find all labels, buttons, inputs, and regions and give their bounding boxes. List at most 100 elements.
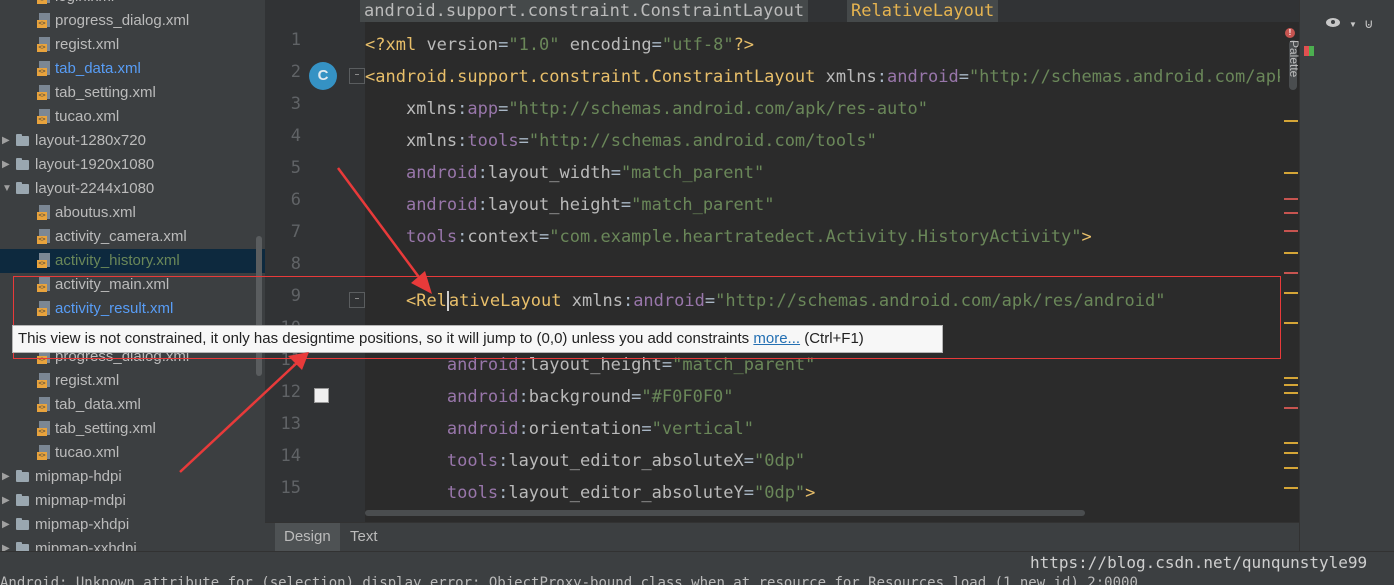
error-stripe-mark[interactable]: [1284, 467, 1298, 469]
tree-file-item[interactable]: <> progress_dialog.xml: [0, 9, 265, 33]
error-stripe-mark[interactable]: [1284, 322, 1298, 324]
code-token: :: [876, 67, 888, 87]
code-token: =: [631, 387, 642, 407]
error-stripe-mark[interactable]: [1284, 407, 1298, 409]
code-token: tools: [446, 483, 499, 503]
error-stripe-mark[interactable]: [1284, 452, 1298, 454]
tree-file-item[interactable]: <> activity_camera.xml: [0, 225, 265, 249]
code-line[interactable]: <?xml version="1.0" encoding="utf-8"?>: [365, 29, 754, 61]
expand-arrow-right-icon[interactable]: ▶: [2, 513, 12, 537]
code-token: :: [498, 483, 509, 503]
code-token: xmlns: [825, 67, 877, 87]
editor-horizontal-scrollbar[interactable]: [365, 510, 1085, 516]
expand-arrow-right-icon[interactable]: ▶: [2, 129, 12, 153]
error-stripe-mark[interactable]: [1284, 392, 1298, 394]
code-line[interactable]: android:layout_width="match_parent": [365, 157, 764, 189]
tree-folder-item[interactable]: ▶ mipmap-mdpi: [0, 489, 265, 513]
code-token: :: [457, 227, 468, 247]
tree-file-item[interactable]: <> aboutus.xml: [0, 201, 265, 225]
tree-file-item[interactable]: <> activity_history.xml: [0, 249, 265, 273]
error-stripe-mark[interactable]: [1284, 198, 1298, 200]
magnet-icon[interactable]: ⊍: [1364, 16, 1374, 32]
chevron-down-icon[interactable]: ▼: [1349, 20, 1357, 29]
tree-file-item[interactable]: <> login.xml: [0, 0, 265, 9]
xml-file-icon: <>: [37, 61, 51, 77]
tree-file-item[interactable]: <> regist.xml: [0, 369, 265, 393]
xml-file-icon: <>: [37, 0, 51, 5]
tree-file-item[interactable]: <> tab_setting.xml: [0, 417, 265, 441]
tree-folder-item[interactable]: ▶ mipmap-xhdpi: [0, 513, 265, 537]
expand-arrow-right-icon[interactable]: ▶: [2, 537, 12, 551]
breadcrumb-constraint-layout[interactable]: android.support.constraint.ConstraintLay…: [360, 0, 809, 22]
code-editor[interactable]: <?xml version="1.0" encoding="utf-8"?> <a…: [365, 22, 1299, 512]
error-stripe-mark[interactable]: [1284, 292, 1298, 294]
code-line[interactable]: android:background="#F0F0F0": [365, 381, 734, 413]
error-stripe-mark[interactable]: [1284, 384, 1298, 386]
error-stripe-mark[interactable]: [1284, 120, 1298, 122]
expand-arrow-right-icon[interactable]: ▶: [2, 489, 12, 513]
code-line[interactable]: tools:context="com.example.heartratedect…: [365, 221, 1092, 253]
tree-folder-item[interactable]: ▶ mipmap-hdpi: [0, 465, 265, 489]
breadcrumb-relative-layout[interactable]: RelativeLayout: [847, 0, 999, 22]
code-token: tools: [405, 227, 458, 247]
error-stripe-mark[interactable]: [1284, 230, 1298, 232]
code-token: :: [498, 451, 509, 471]
color-swatch-icon[interactable]: [314, 388, 329, 403]
tooltip-more-link[interactable]: more...: [753, 330, 800, 347]
code-line[interactable]: <android.support.constraint.ConstraintLa…: [365, 61, 1299, 93]
tree-folder-item[interactable]: ▶ layout-1920x1080: [0, 153, 265, 177]
code-token: background: [528, 387, 632, 407]
code-token: =: [610, 163, 621, 183]
error-stripe-mark[interactable]: [1284, 377, 1298, 379]
watermark: https://blog.csdn.net/qunqunstyle99: [1030, 553, 1368, 572]
line-number: 7: [290, 222, 301, 242]
code-token: :: [457, 99, 468, 119]
tree-item-label: layout-2244x1080: [35, 180, 155, 197]
tab-design[interactable]: Design: [275, 523, 340, 552]
error-indicator-icon[interactable]: !: [1285, 28, 1295, 38]
expand-arrow-right-icon[interactable]: ▶: [2, 465, 12, 489]
tree-file-item[interactable]: <> tab_setting.xml: [0, 81, 265, 105]
tree-file-item[interactable]: <> regist.xml: [0, 33, 265, 57]
code-line[interactable]: xmlns:tools="http://schemas.android.com/…: [365, 125, 877, 157]
class-badge-icon[interactable]: C: [309, 62, 337, 90]
code-token: android: [405, 195, 478, 215]
error-stripe[interactable]: [1280, 22, 1300, 522]
expand-arrow-right-icon[interactable]: ▶: [2, 153, 12, 177]
code-line[interactable]: xmlns:app="http://schemas.android.com/ap…: [365, 93, 928, 125]
folder-icon: [16, 518, 29, 530]
error-stripe-mark[interactable]: [1284, 172, 1298, 174]
right-panel: [1319, 0, 1394, 551]
code-token: =: [620, 195, 632, 215]
code-line[interactable]: android:layout_height="match_parent": [365, 189, 775, 221]
tab-text[interactable]: Text: [341, 523, 387, 552]
code-token: xmlns: [405, 99, 458, 119]
code-line[interactable]: tools:layout_editor_absoluteX="0dp": [365, 445, 805, 477]
fold-marker-icon[interactable]: [349, 68, 365, 84]
code-line[interactable]: tools:layout_editor_absoluteY="0dp">: [365, 477, 816, 509]
code-line[interactable]: android:orientation="vertical": [365, 413, 754, 445]
tree-item-label: progress_dialog.xml: [55, 12, 190, 29]
eye-icon[interactable]: [1326, 18, 1340, 27]
tree-folder-item[interactable]: ▶ mipmap-xxhdpi: [0, 537, 265, 551]
tree-file-item[interactable]: <> tucao.xml: [0, 441, 265, 465]
expand-arrow-down-icon[interactable]: ▼: [2, 177, 12, 201]
tree-folder-item[interactable]: ▼ layout-2244x1080: [0, 177, 265, 201]
error-stripe-mark[interactable]: [1284, 212, 1298, 214]
code-token: <?: [365, 35, 386, 55]
tree-file-item[interactable]: <> tucao.xml: [0, 105, 265, 129]
error-stripe-mark[interactable]: [1284, 442, 1298, 444]
tree-file-item[interactable]: <> tab_data.xml: [0, 57, 265, 81]
code-token: =: [498, 99, 509, 119]
code-token: =: [651, 35, 662, 55]
error-stripe-mark[interactable]: [1284, 487, 1298, 489]
code-token: >: [805, 483, 816, 503]
tree-file-item[interactable]: <> tab_data.xml: [0, 393, 265, 417]
xml-file-icon: <>: [37, 397, 51, 413]
error-stripe-mark[interactable]: [1284, 252, 1298, 254]
palette-tab[interactable]: Palette: [1287, 40, 1301, 77]
tree-folder-item[interactable]: ▶ layout-1280x720: [0, 129, 265, 153]
error-stripe-mark[interactable]: [1284, 272, 1298, 274]
